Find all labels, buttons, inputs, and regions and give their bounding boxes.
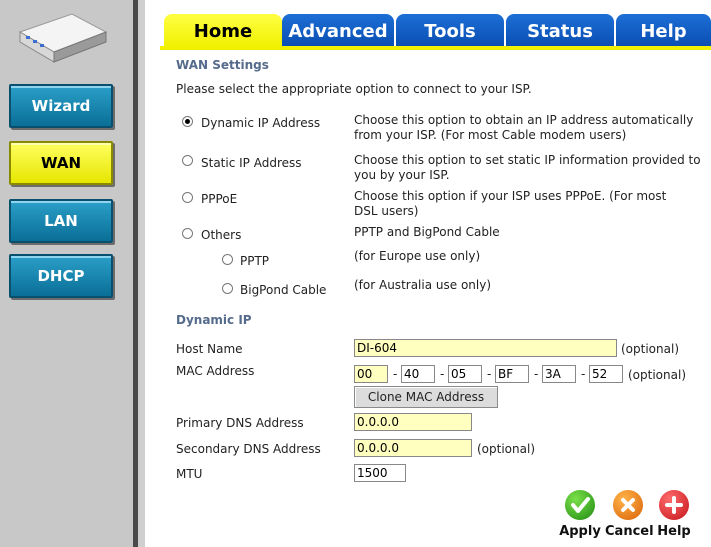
primary-dns-input[interactable] (354, 413, 472, 431)
primary-dns-label: Primary DNS Address (176, 416, 304, 430)
mac-address-label: MAC Address (176, 364, 255, 378)
option-desc-bigpond: (for Australia use only) (354, 278, 492, 292)
option-label-pppoe: PPPoE (201, 192, 238, 206)
cancel-button[interactable]: Cancel (605, 490, 654, 539)
nav-wizard-button[interactable]: Wizard (9, 84, 113, 128)
content-gutter (145, 0, 160, 547)
option-desc-pptp: (for Europe use only) (354, 249, 481, 263)
dynamic-ip-title: Dynamic IP (176, 313, 252, 327)
mac-octet-1-input[interactable] (354, 365, 388, 383)
radio-bigpond[interactable] (222, 283, 233, 294)
secondary-dns-label: Secondary DNS Address (176, 442, 321, 456)
cancel-x-icon (613, 490, 643, 520)
mac-octet-3-input[interactable] (448, 365, 482, 383)
mtu-input[interactable] (354, 464, 406, 482)
host-name-optional: (optional) (621, 342, 679, 356)
nav-lan-button[interactable]: LAN (9, 199, 113, 243)
nav-dhcp-button[interactable]: DHCP (9, 254, 113, 298)
host-name-label: Host Name (176, 342, 243, 356)
mac-optional: (optional) (628, 368, 686, 382)
mac-octet-2-input[interactable] (401, 365, 435, 383)
clone-mac-button[interactable]: Clone MAC Address (354, 386, 498, 408)
option-desc-pppoe: Choose this option if your ISP uses PPPo… (354, 189, 667, 218)
tab-bar: Home Advanced Tools Status Help (160, 14, 711, 48)
mac-octet-6-input[interactable] (589, 365, 623, 383)
sidebar-divider-light (138, 0, 145, 547)
help-button[interactable]: Help (651, 490, 697, 539)
option-desc-dynamic-ip: Choose this option to obtain an IP addre… (354, 113, 694, 142)
radio-static-ip[interactable] (182, 155, 193, 166)
radio-others[interactable] (182, 228, 193, 239)
tab-advanced[interactable]: Advanced (282, 14, 394, 48)
tab-status[interactable]: Status (506, 14, 614, 48)
radio-dynamic-ip[interactable] (182, 116, 193, 127)
help-label: Help (657, 524, 691, 539)
tab-help[interactable]: Help (616, 14, 711, 48)
mac-octet-4-input[interactable] (495, 365, 529, 383)
option-label-bigpond: BigPond Cable (240, 283, 327, 297)
mac-separator: - (393, 367, 398, 381)
mac-separator: - (534, 367, 539, 381)
option-label-dynamic-ip: Dynamic IP Address (201, 116, 321, 130)
secondary-dns-optional: (optional) (477, 442, 535, 456)
apply-label: Apply (559, 524, 601, 539)
mac-separator: - (440, 367, 445, 381)
tab-underline (160, 46, 711, 50)
radio-pptp[interactable] (222, 254, 233, 265)
option-desc-static-ip: Choose this option to set static IP info… (354, 153, 701, 182)
option-desc-others: PPTP and BigPond Cable (354, 225, 500, 239)
wan-intro-text: Please select the appropriate option to … (176, 82, 532, 96)
cancel-label: Cancel (605, 524, 654, 539)
nav-wan-button[interactable]: WAN (9, 141, 113, 185)
radio-pppoe[interactable] (182, 192, 193, 203)
tab-tools[interactable]: Tools (396, 14, 504, 48)
apply-button[interactable]: Apply (557, 490, 603, 539)
secondary-dns-input[interactable] (354, 439, 472, 457)
option-label-static-ip: Static IP Address (201, 156, 302, 170)
router-device-image (18, 13, 108, 63)
wan-settings-title: WAN Settings (176, 58, 269, 72)
mac-separator: - (487, 367, 492, 381)
host-name-input[interactable] (354, 339, 617, 357)
mac-separator: - (581, 367, 586, 381)
mac-octet-5-input[interactable] (542, 365, 576, 383)
tab-home[interactable]: Home (164, 14, 282, 48)
checkmark-icon (565, 490, 595, 520)
mtu-label: MTU (176, 467, 203, 481)
option-label-pptp: PPTP (240, 254, 270, 268)
option-label-others: Others (201, 228, 242, 242)
plus-icon (659, 490, 689, 520)
